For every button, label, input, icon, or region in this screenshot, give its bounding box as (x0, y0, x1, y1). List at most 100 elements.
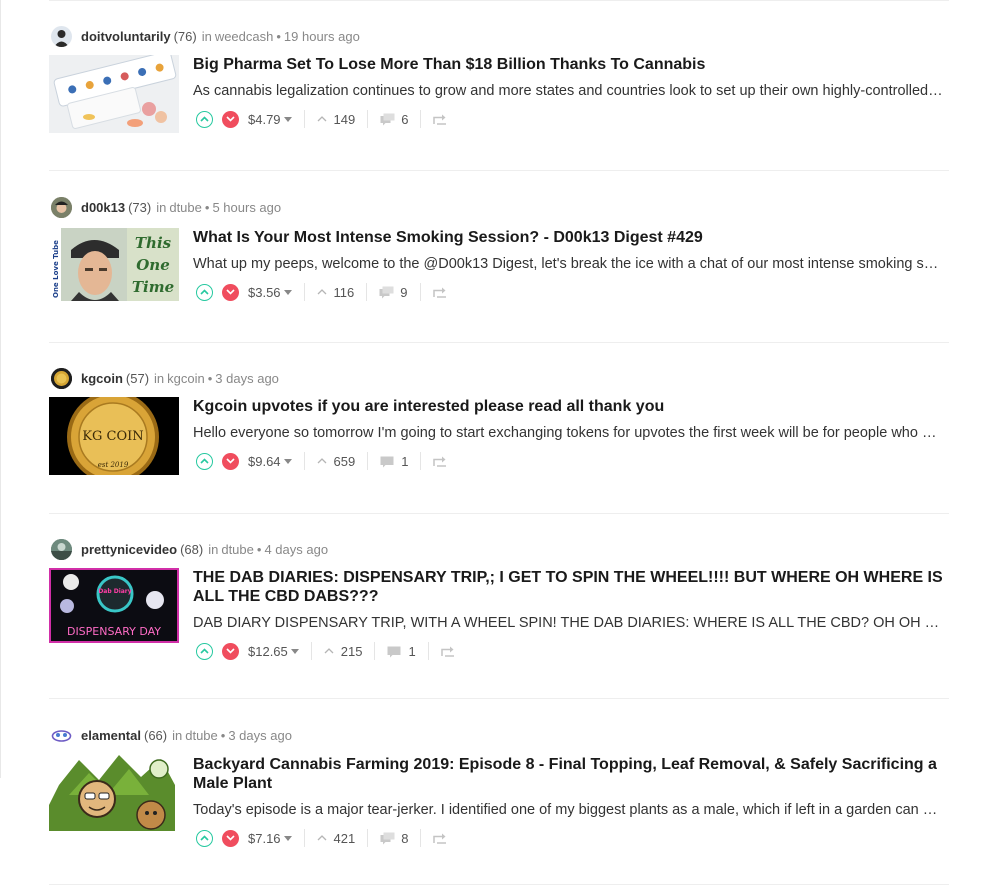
votes-count[interactable]: 659 (317, 454, 355, 469)
post-title[interactable]: THE DAB DIARIES: DISPENSARY TRIP,; I GET… (193, 568, 949, 606)
meta-separator: • (220, 727, 226, 743)
post-content: Backyard Cannabis Farming 2019: Episode … (193, 755, 949, 848)
upvote-button[interactable] (196, 110, 213, 128)
action-divider (367, 110, 369, 128)
in-label: in (201, 28, 212, 44)
community-link[interactable]: weedcash (215, 29, 274, 44)
post-title[interactable]: Kgcoin upvotes if you are interested ple… (193, 397, 949, 416)
comments-count[interactable]: 1 (387, 644, 416, 659)
post-item: d00k13 (73) in dtube • 5 hours ago This (49, 196, 949, 343)
reblog-icon (432, 287, 446, 298)
comments-count[interactable]: 9 (379, 285, 408, 300)
post-thumbnail[interactable]: This One Time One Love Tube (49, 228, 179, 301)
action-divider (419, 283, 421, 301)
post-title[interactable]: Backyard Cannabis Farming 2019: Episode … (193, 755, 949, 793)
downvote-icon (226, 289, 235, 295)
payout-value: $12.65 (248, 643, 288, 659)
reblog-button[interactable] (440, 646, 455, 657)
community-link[interactable]: dtube (221, 542, 254, 557)
meta-separator: • (256, 541, 262, 557)
community-link[interactable]: kgcoin (167, 371, 205, 386)
post-body: This One Time One Love Tube What Is Your… (49, 228, 949, 302)
downvote-button[interactable] (222, 452, 239, 470)
author-avatar[interactable] (51, 25, 72, 47)
post-excerpt[interactable]: Hello everyone so tomorrow I'm going to … (193, 424, 943, 442)
payout-dropdown[interactable]: $12.65 (248, 644, 299, 659)
post-thumbnail[interactable] (49, 55, 179, 133)
post-time[interactable]: 4 days ago (264, 542, 328, 557)
upvote-icon (200, 648, 209, 654)
post-thumbnail[interactable] (49, 755, 179, 831)
payout-dropdown[interactable]: $7.16 (248, 831, 292, 846)
comments-icon (380, 832, 395, 844)
post-time[interactable]: 19 hours ago (284, 29, 360, 44)
votes-count[interactable]: 215 (324, 644, 362, 659)
post-title[interactable]: What Is Your Most Intense Smoking Sessio… (193, 228, 949, 247)
reblog-icon (433, 833, 447, 844)
in-label: in (156, 199, 167, 215)
votes-count[interactable]: 149 (317, 112, 355, 127)
payout-dropdown[interactable]: $9.64 (248, 454, 292, 469)
author-name[interactable]: d00k13 (81, 200, 125, 215)
action-divider (420, 110, 422, 128)
reblog-button[interactable] (432, 287, 447, 298)
post-content: What Is Your Most Intense Smoking Sessio… (193, 228, 949, 302)
comments-count[interactable]: 6 (380, 112, 408, 127)
author-name[interactable]: doitvoluntarily (81, 29, 171, 44)
author-reputation: (66) (143, 727, 168, 743)
post-thumbnail[interactable]: KG COIN est 2019 (49, 397, 179, 475)
reblog-button[interactable] (433, 456, 447, 467)
post-time[interactable]: 3 days ago (228, 728, 292, 743)
comments-value: 8 (401, 830, 409, 846)
action-divider (427, 642, 429, 660)
community-link[interactable]: dtube (169, 200, 202, 215)
author-avatar[interactable] (51, 724, 72, 746)
votes-count[interactable]: 421 (317, 831, 355, 846)
post-content: Kgcoin upvotes if you are interested ple… (193, 397, 949, 475)
post-thumbnail[interactable]: Dab Diary DISPENSARY DAY (49, 568, 179, 643)
comments-value: 1 (401, 453, 409, 469)
payout-dropdown[interactable]: $3.56 (248, 285, 292, 300)
upvote-button[interactable] (196, 642, 213, 660)
action-divider (367, 829, 369, 847)
author-avatar[interactable] (51, 538, 72, 560)
post-excerpt[interactable]: What up my peeps, welcome to the @D00k13… (193, 255, 943, 273)
upvote-icon (200, 458, 209, 464)
reblog-button[interactable] (433, 833, 447, 844)
votes-count[interactable]: 116 (317, 284, 355, 300)
community-link[interactable]: dtube (185, 728, 218, 743)
chevron-up-icon (317, 458, 327, 464)
comments-count[interactable]: 8 (380, 831, 408, 846)
post-body: Big Pharma Set To Lose More Than $18 Bil… (49, 55, 949, 133)
caret-down-icon (283, 116, 292, 122)
post-excerpt[interactable]: As cannabis legalization continues to gr… (193, 82, 943, 100)
reblog-icon (433, 456, 447, 467)
downvote-button[interactable] (222, 642, 239, 660)
post-excerpt[interactable]: DAB DIARY DISPENSARY TRIP, WITH A WHEEL … (193, 614, 943, 632)
post-excerpt[interactable]: Today's episode is a major tear-jerker. … (193, 801, 943, 819)
upvote-button[interactable] (196, 283, 213, 301)
reblog-button[interactable] (433, 114, 447, 125)
upvote-button[interactable] (196, 829, 213, 847)
author-name[interactable]: kgcoin (81, 371, 123, 386)
downvote-button[interactable] (222, 110, 239, 128)
downvote-button[interactable] (222, 829, 239, 847)
feed-top-divider (49, 0, 949, 1)
comments-value: 6 (401, 111, 409, 127)
post-time[interactable]: 3 days ago (215, 371, 279, 386)
comments-count[interactable]: 1 (380, 454, 408, 469)
author-name[interactable]: elamental (81, 728, 141, 743)
votes-value: 116 (333, 284, 355, 300)
author-name[interactable]: prettynicevideo (81, 542, 177, 557)
payout-value: $3.56 (248, 284, 281, 300)
caret-down-icon (283, 458, 292, 464)
post-title[interactable]: Big Pharma Set To Lose More Than $18 Bil… (193, 55, 949, 74)
post-time[interactable]: 5 hours ago (212, 200, 281, 215)
author-avatar[interactable] (51, 196, 72, 218)
downvote-button[interactable] (222, 283, 239, 301)
payout-dropdown[interactable]: $4.79 (248, 112, 292, 127)
author-avatar[interactable] (51, 367, 72, 389)
action-divider (420, 452, 422, 470)
upvote-button[interactable] (196, 452, 213, 470)
meta-separator: • (207, 370, 213, 386)
